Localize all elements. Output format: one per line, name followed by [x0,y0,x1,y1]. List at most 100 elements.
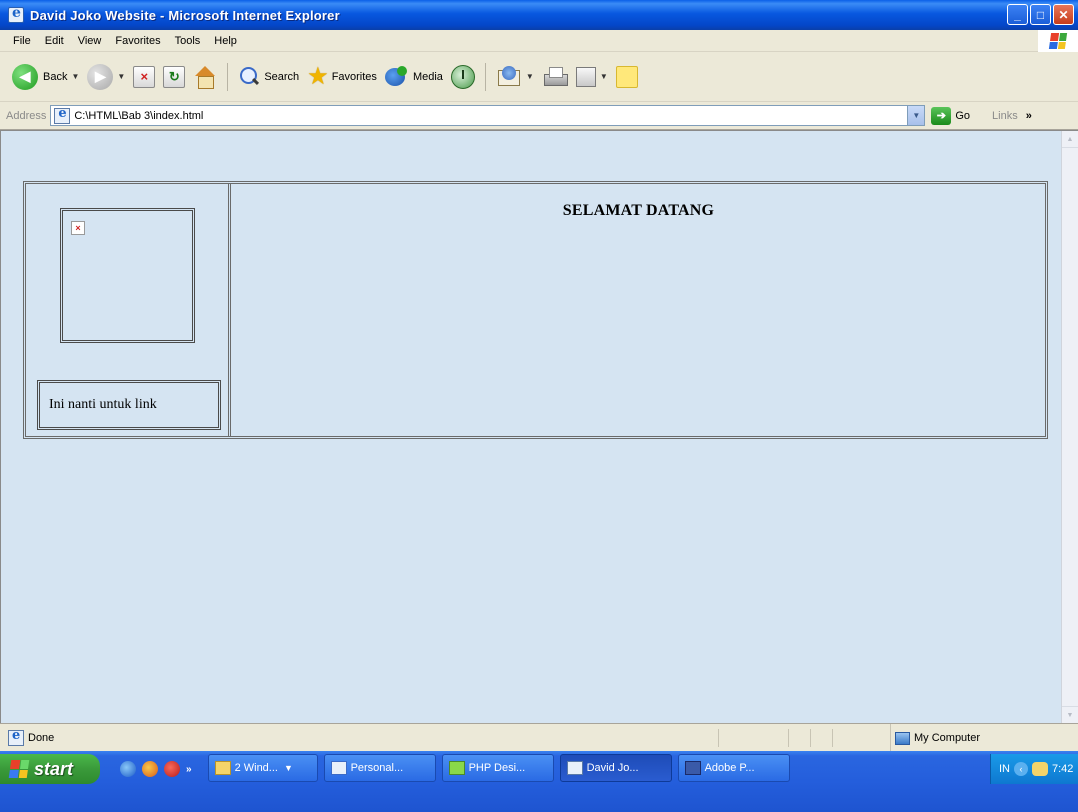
print-icon [542,66,568,88]
status-bar: Done My Computer [0,723,1078,752]
address-dropdown-icon[interactable]: ▼ [907,106,925,125]
close-button[interactable]: ✕ [1053,4,1074,25]
task-label: Personal... [350,762,404,774]
menu-bar: File Edit View Favorites Tools Help [0,30,1078,52]
media-button[interactable]: Media [381,60,447,94]
search-button[interactable]: Search [234,60,303,94]
taskbar: start » 2 Wind... ▼ Personal... PHP Desi… [0,751,1078,812]
media-icon [384,65,409,88]
scroll-up-icon[interactable]: ▲ [1062,131,1078,148]
go-arrow-icon: ➔ [931,106,952,125]
toolbar-separator [227,62,229,91]
security-zone: My Computer [890,724,980,752]
stop-button[interactable]: × [129,60,159,94]
task-button-windows[interactable]: 2 Wind... ▼ [207,754,318,782]
maximize-button[interactable]: □ [1030,4,1051,25]
back-button[interactable]: ◀ Back ▼ [8,60,83,94]
back-dropdown-icon[interactable]: ▼ [71,72,79,81]
menu-edit[interactable]: Edit [38,35,71,47]
edit-dropdown-icon[interactable]: ▼ [600,72,608,81]
link-placeholder-text: Ini nanti untuk link [49,397,157,412]
favorites-label: Favorites [331,70,377,83]
broken-image-icon: × [71,221,85,235]
firefox-launch-icon[interactable] [142,761,158,777]
start-label: start [34,758,74,779]
scroll-down-icon[interactable]: ▼ [1062,706,1078,723]
ie-app-icon[interactable] [8,5,24,23]
menu-help[interactable]: Help [207,35,244,47]
task-button-personal[interactable]: Personal... [323,754,436,782]
clock[interactable]: 7:42 [1052,763,1073,775]
address-label: Address [6,109,47,122]
sidebar-cell: × Ini nanti untuk link [26,184,231,436]
language-indicator[interactable]: IN [999,763,1010,775]
note-icon [615,65,638,88]
tray-app-icon[interactable] [1032,762,1048,776]
forward-button[interactable]: ▶ ▼ [83,60,129,94]
task-button-david[interactable]: David Jo... [559,754,672,782]
word-icon [330,761,347,775]
history-icon [450,64,475,89]
forward-arrow-icon: ▶ [87,63,114,90]
status-page-icon [8,728,24,746]
stop-icon: × [133,65,156,88]
opera-launch-icon[interactable] [164,761,180,777]
link-cell: Ini nanti untuk link [37,380,221,430]
menu-view[interactable]: View [71,35,109,47]
go-button[interactable]: ➔ Go [931,106,971,125]
minimize-button[interactable]: _ [1007,4,1028,25]
favorites-star-icon: ★ [307,62,329,90]
ie-launch-icon[interactable] [120,761,136,777]
mail-dropdown-icon[interactable]: ▼ [526,72,534,81]
start-button[interactable]: start [0,754,100,784]
edit-button[interactable]: ▼ [572,60,612,94]
page-viewport: × Ini nanti untuk link SELAMAT DATANG ▲ … [0,130,1078,723]
back-label: Back [43,70,68,83]
page-icon [54,106,71,124]
toolbar-separator [484,62,486,91]
status-panes [718,729,890,747]
php-icon [448,761,465,775]
task-label: 2 Wind... [234,762,278,774]
mail-icon [496,65,522,88]
system-tray: IN ‹ 7:42 [990,754,1078,784]
task-button-adobe[interactable]: Adobe P... [677,754,790,782]
go-label: Go [955,109,971,122]
windows-logo-icon [1038,30,1078,52]
refresh-button[interactable]: ↻ [159,60,189,94]
back-arrow-icon: ◀ [12,63,38,90]
search-icon [238,66,260,88]
windows-flag-icon [8,760,30,778]
task-dropdown-icon: ▼ [283,763,293,773]
home-button[interactable] [189,60,221,94]
refresh-icon: ↻ [163,65,186,88]
forward-dropdown-icon[interactable]: ▼ [117,72,125,81]
menu-file[interactable]: File [6,35,38,47]
vertical-scrollbar[interactable]: ▲ ▼ [1061,131,1078,723]
task-button-php[interactable]: PHP Desi... [441,754,554,782]
zone-label: My Computer [914,732,981,744]
address-value[interactable]: C:\HTML\Bab 3\index.html [74,110,203,122]
tray-expand-icon[interactable]: ‹ [1014,762,1028,776]
address-input[interactable]: C:\HTML\Bab 3\index.html ▼ [50,105,926,126]
search-label: Search [264,70,300,83]
links-chevron-icon[interactable]: » [1026,110,1032,122]
standard-toolbar: ◀ Back ▼ ▶ ▼ × ↻ Search ★ Favorites Medi… [0,52,1078,102]
history-button[interactable] [447,60,479,94]
links-label[interactable]: Links [992,110,1018,122]
menu-tools[interactable]: Tools [168,35,208,47]
edit-icon [575,66,596,87]
quick-launch: » [120,754,192,784]
menu-favorites[interactable]: Favorites [108,35,167,47]
media-label: Media [412,70,443,83]
quick-launch-more-icon[interactable]: » [186,764,192,775]
folder-icon [214,761,231,775]
window-titlebar[interactable]: David Joko Website - Microsoft Internet … [0,0,1078,30]
print-button[interactable] [538,60,572,94]
mail-button[interactable]: ▼ [492,60,538,94]
status-text: Done [28,731,55,744]
messenger-button[interactable] [612,60,642,94]
ie-icon [566,761,583,775]
home-icon [193,65,217,89]
favorites-button[interactable]: ★ Favorites [303,60,381,94]
